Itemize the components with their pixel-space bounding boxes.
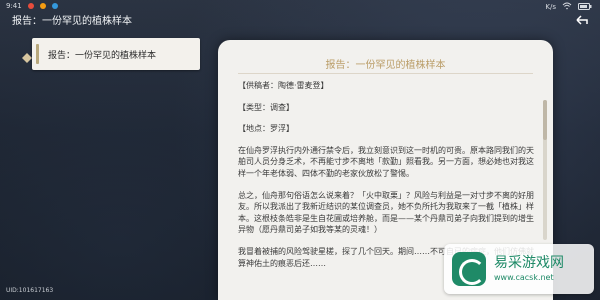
logo-icon [452, 252, 486, 286]
status-left: 9:41 [6, 2, 58, 10]
back-button[interactable] [574, 14, 590, 26]
watermark-cn: 易采游戏网 [494, 254, 564, 271]
watermark-text: 易采游戏网 www.cacsk.net [494, 254, 564, 283]
watermark-badge: 易采游戏网 www.cacsk.net [444, 244, 594, 294]
status-dot-icon [27, 3, 34, 9]
paragraph-1: 在仙舟罗浮执行内外通行禁令后，我立刻意识到这一时机的可贵。原本路同我们的天舶司人… [238, 145, 534, 178]
sidebar-item-report[interactable]: 报告：一份罕见的植株样本 [32, 38, 200, 70]
title-divider [238, 73, 533, 74]
panel-title: 报告：一份罕见的植株样本 [325, 60, 446, 71]
scrollbar-thumb[interactable] [543, 100, 547, 140]
status-dot-icon [51, 3, 58, 9]
paragraph-2: 总之，仙舟那句俗语怎么说来着？「火中取栗」？风险与利益是一对寸步不离的好朋友。所… [238, 190, 534, 235]
status-dot-icon [39, 3, 46, 9]
top-bar: 9:41 报告：一份罕见的植株样本 K/s [0, 0, 600, 30]
watermark-en: www.cacsk.net [494, 273, 554, 283]
status-right: K/s [545, 2, 592, 12]
meta-type: 【类型：调查】 [238, 102, 294, 112]
status-time: 9:41 [6, 2, 22, 10]
page-title: 报告：一份罕见的植株样本 [12, 16, 132, 27]
sidebar-item-label: 报告：一份罕见的植株样本 [48, 51, 157, 61]
network-speed: K/s [545, 3, 556, 11]
sidebar-bullet-icon [22, 48, 32, 63]
wifi-icon [562, 2, 572, 12]
sidebar-active-indicator [36, 44, 39, 64]
battery-icon [578, 2, 592, 12]
meta-provider: 【供稿者：陶德·雷麦登】 [238, 81, 329, 90]
scrollbar[interactable] [543, 100, 547, 240]
meta-location: 【地点：罗浮】 [238, 124, 294, 134]
uid-label: UID:101617163 [6, 287, 54, 294]
